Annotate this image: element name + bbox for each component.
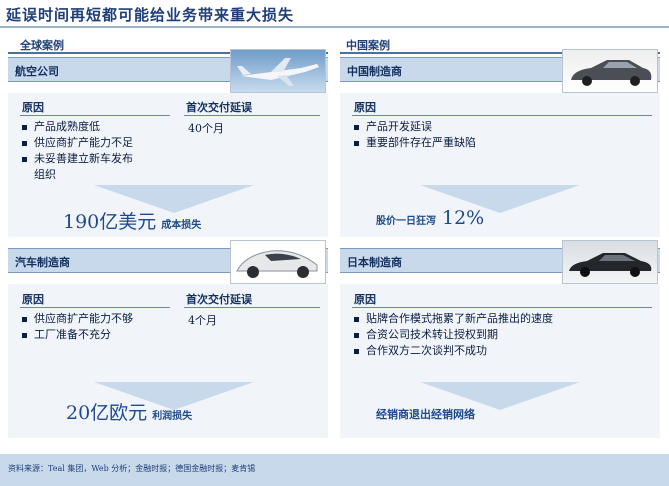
delay-heading: 首次交付延误 <box>186 293 252 306</box>
loss-label: 利润损失 <box>152 411 193 422</box>
dark-sedan-icon <box>569 253 652 277</box>
loss-value: 190亿美元 <box>63 211 157 233</box>
panel-header-title: 航空公司 <box>15 65 59 78</box>
dark-sedan-photo <box>562 240 658 284</box>
concept-car-icon <box>236 250 318 278</box>
delay-heading: 首次交付延误 <box>186 101 252 114</box>
airplane-icon <box>237 58 319 86</box>
loss-summary: 20亿欧元 利润损失 <box>66 398 192 425</box>
loss-label: 成本损失 <box>161 220 202 231</box>
reason-divider <box>352 115 652 116</box>
reason-heading: 原因 <box>22 293 44 306</box>
panel-airline: 航空公司 原因 首次交付延误 产品成熟度低 供应商扩产能力不足 未妥善建立新车发… <box>8 49 328 237</box>
reason-divider <box>20 115 170 116</box>
reason-heading: 原因 <box>22 101 44 114</box>
sedan-photo <box>562 49 658 93</box>
loss-value: 20亿欧元 <box>66 402 148 424</box>
source-note: 资料来源：Teal 集团，Web 分析；金融时报；德国金融时报；麦肯锡 <box>8 464 256 473</box>
list-item: 重要部件存在严重缺陷 <box>354 135 634 151</box>
panel-japan-maker: 日本制造商 原因 贴牌合作模式拖累了新产品推出的速度 合资公司技术转让授权到期 … <box>340 240 660 438</box>
list-item: 未妥善建立新车发布组织 <box>22 151 142 183</box>
list-item: 贴牌合作模式拖累了新产品推出的速度 <box>354 311 654 327</box>
loss-summary: 经销商退出经销网络 <box>376 406 475 422</box>
loss-label: 股价一日狂泻 <box>376 216 436 227</box>
delay-value: 4个月 <box>188 314 217 327</box>
panel-header-title: 中国制造商 <box>347 65 402 78</box>
title-divider <box>0 26 669 28</box>
list-item: 产品开发延误 <box>354 119 634 135</box>
loss-value: 12% <box>442 207 485 229</box>
page-title: 延误时间再短都可能给业务带来重大损失 <box>6 6 295 24</box>
list-item: 合资公司技术转让授权到期 <box>354 327 654 343</box>
reason-divider <box>20 307 170 308</box>
section-label-china: 中国案例 <box>346 39 390 52</box>
list-item: 工厂准备不充分 <box>22 327 182 343</box>
list-item: 供应商扩产能力不够 <box>22 311 182 327</box>
reason-list: 供应商扩产能力不够 工厂准备不充分 <box>22 311 182 343</box>
reason-list: 产品开发延误 重要部件存在严重缺陷 <box>354 119 634 151</box>
list-item: 供应商扩产能力不足 <box>22 135 142 151</box>
panel-automaker: 汽车制造商 原因 首次交付延误 供应商扩产能力不够 工厂准备不充分 4个月 20… <box>8 240 328 438</box>
concept-car-photo <box>230 240 326 284</box>
delay-divider <box>184 307 320 308</box>
panel-china-maker: 中国制造商 原因 产品开发延误 重要部件存在严重缺陷 股价一日狂泻 12% <box>340 49 660 237</box>
section-label-global: 全球案例 <box>20 39 64 52</box>
list-item: 产品成熟度低 <box>22 119 142 135</box>
loss-summary: 190亿美元 成本损失 <box>63 207 201 234</box>
delay-divider <box>184 115 320 116</box>
reason-list: 贴牌合作模式拖累了新产品推出的速度 合资公司技术转让授权到期 合作双方二次谈判不… <box>354 311 654 359</box>
loss-summary: 股价一日狂泻 12% <box>376 207 484 229</box>
reason-heading: 原因 <box>354 101 376 114</box>
loss-label: 经销商退出经销网络 <box>376 408 475 421</box>
delay-value: 40个月 <box>188 122 224 135</box>
panel-header-title: 日本制造商 <box>347 256 402 269</box>
reason-heading: 原因 <box>354 293 376 306</box>
reason-list: 产品成熟度低 供应商扩产能力不足 未妥善建立新车发布组织 <box>22 119 142 183</box>
list-item: 合作双方二次谈判不成功 <box>354 343 654 359</box>
panel-header-title: 汽车制造商 <box>15 256 70 269</box>
sedan-icon <box>571 60 652 86</box>
reason-divider <box>352 307 652 308</box>
airplane-photo <box>230 49 326 93</box>
